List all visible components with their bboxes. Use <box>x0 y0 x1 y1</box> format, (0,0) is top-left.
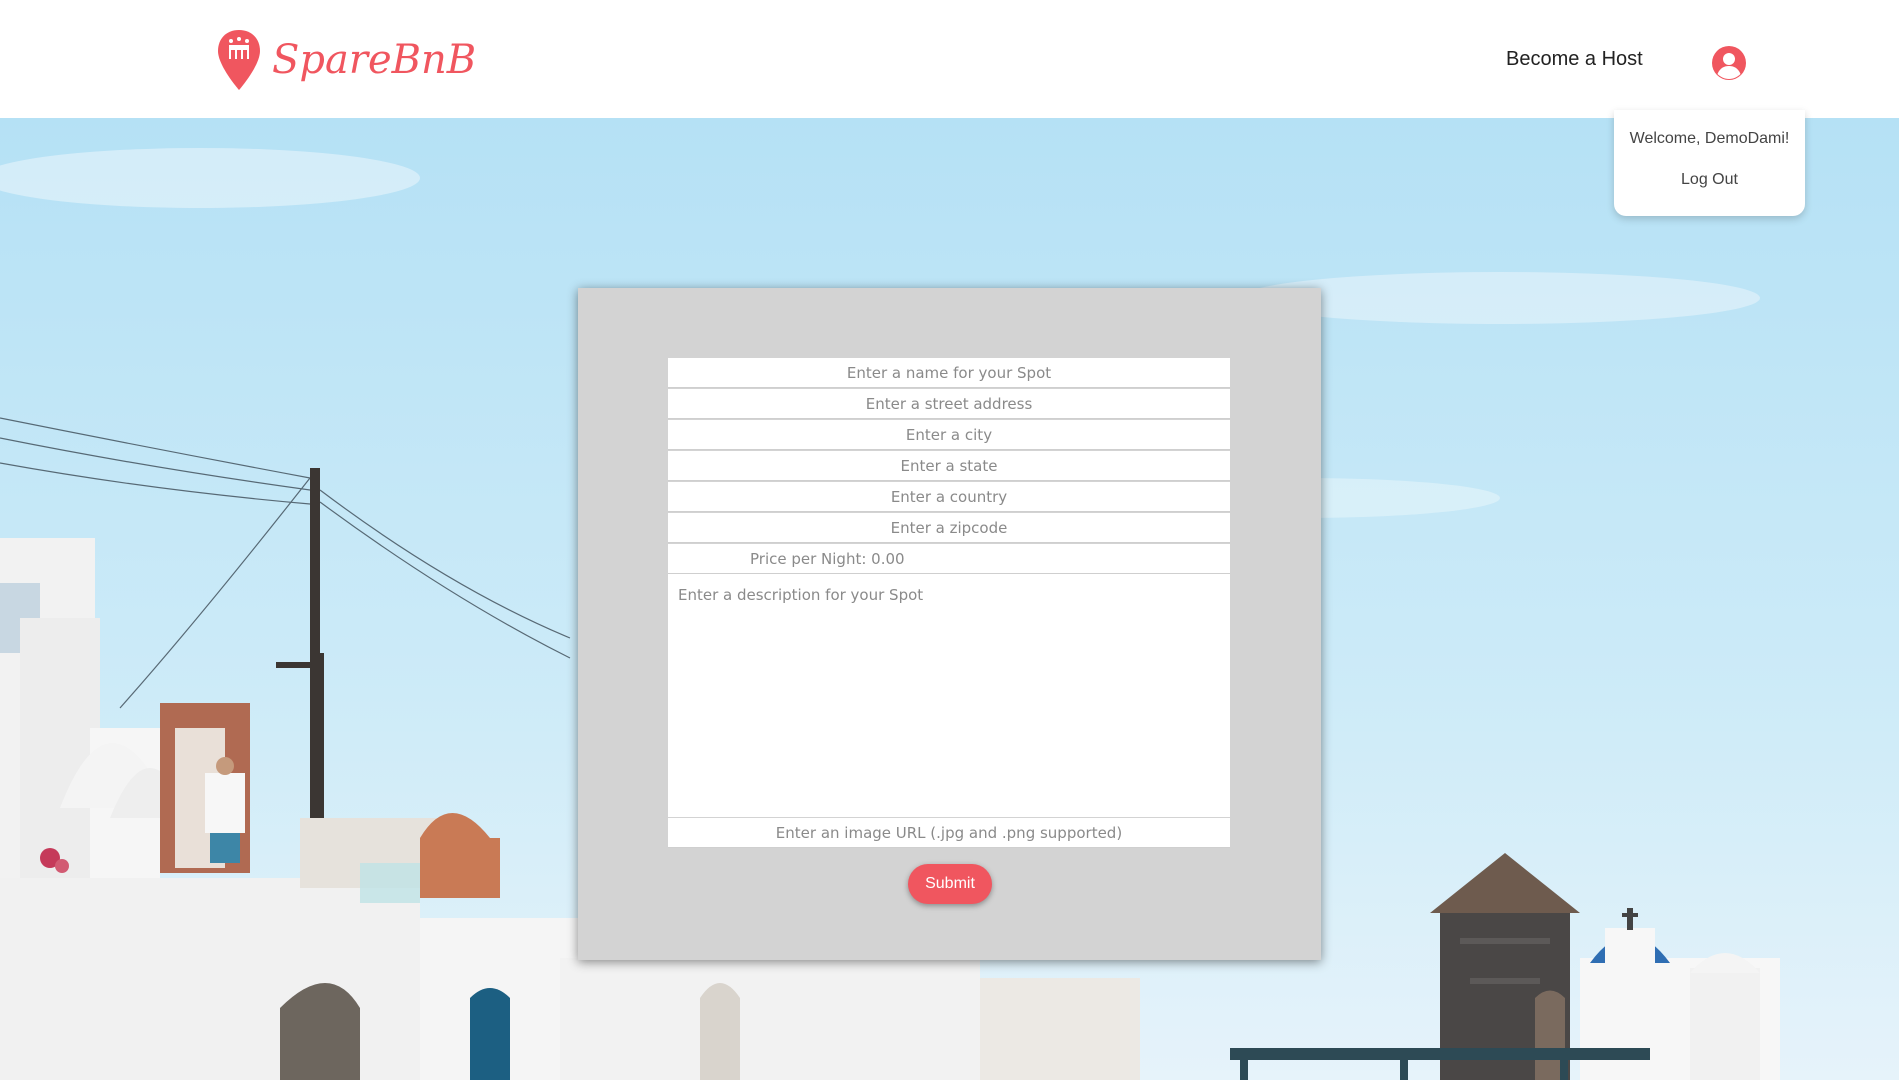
street-address-input[interactable] <box>668 389 1230 419</box>
map-pin-logo-icon <box>218 30 260 90</box>
brand-name: SpareBnB <box>272 37 477 83</box>
welcome-message: Welcome, DemoDami! <box>1629 130 1790 147</box>
brand-logo[interactable]: SpareBnB <box>216 28 476 92</box>
become-a-host-link[interactable]: Become a Host <box>1506 48 1643 71</box>
user-circle-icon[interactable] <box>1710 44 1748 82</box>
price-per-night-input[interactable] <box>668 544 1230 574</box>
create-spot-form-panel: Submit <box>578 288 1321 960</box>
city-input[interactable] <box>668 420 1230 450</box>
top-nav-bar: SpareBnB Become a Host <box>0 0 1899 118</box>
spot-name-input[interactable] <box>668 358 1230 388</box>
zipcode-input[interactable] <box>668 513 1230 543</box>
profile-dropdown-menu: Welcome, DemoDami! Log Out <box>1614 110 1805 216</box>
state-input[interactable] <box>668 451 1230 481</box>
country-input[interactable] <box>668 482 1230 512</box>
description-textarea[interactable] <box>668 574 1230 817</box>
image-url-input[interactable] <box>668 818 1230 848</box>
submit-button[interactable]: Submit <box>908 864 992 904</box>
log-out-button[interactable]: Log Out <box>1614 171 1805 189</box>
